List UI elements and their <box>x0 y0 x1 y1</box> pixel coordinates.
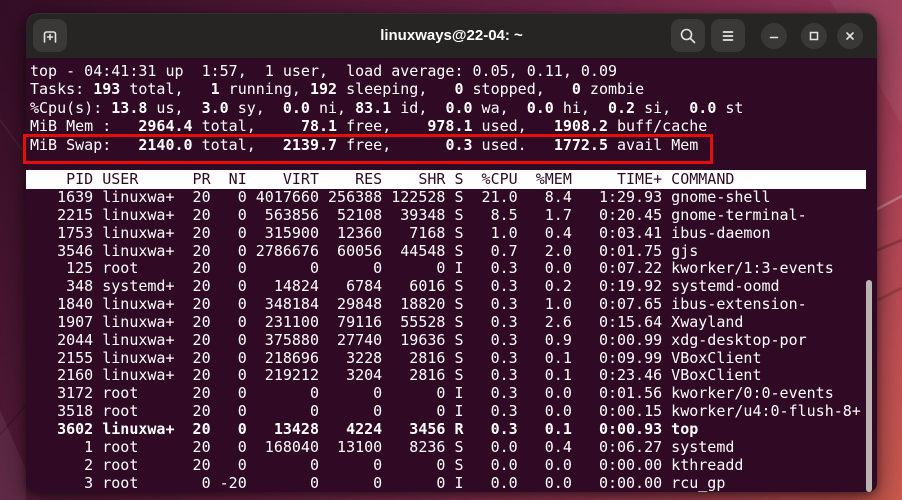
terminal-content: top - 04:41:31 up 1:57, 1 user, load ave… <box>26 58 877 492</box>
process-row: 3546 linuxwa+ 20 0 2786676 60056 44548 S… <box>30 241 699 260</box>
summary-lines: top - 04:41:31 up 1:57, 1 user, load ave… <box>30 62 743 154</box>
new-tab-button[interactable] <box>33 19 67 52</box>
process-row: 2215 linuxwa+ 20 0 563856 52108 39348 S … <box>30 205 807 224</box>
process-rows: 1639 linuxwa+ 20 0 4017660 256388 122528… <box>30 188 861 492</box>
process-row: 3602 linuxwa+ 20 0 13428 4224 3456 R 0.3… <box>30 419 699 438</box>
window-title: linuxways@22-04: ~ <box>380 27 523 44</box>
close-icon <box>842 28 858 44</box>
process-row: 3518 root 20 0 0 0 0 I 0.3 0.0 0:00.15 k… <box>30 402 861 421</box>
scrollbar-thumb[interactable] <box>866 280 872 492</box>
terminal-window: linuxways@22-04: ~ top - 04:41:31 up 1:5… <box>26 13 877 492</box>
minimize-icon <box>766 28 782 44</box>
process-row: 1753 linuxwa+ 20 0 315900 12360 7168 S 1… <box>30 223 771 242</box>
new-tab-icon <box>40 26 60 46</box>
search-button[interactable] <box>671 19 705 52</box>
process-row: 3172 root 20 0 0 0 0 I 0.3 0.0 0:01.56 k… <box>30 384 834 403</box>
process-row: 348 systemd+ 20 0 14824 6784 6016 S 0.3 … <box>30 277 780 296</box>
process-row: 125 root 20 0 0 0 0 I 0.3 0.0 0:07.22 kw… <box>30 259 834 278</box>
process-row: 2 root 20 0 0 0 0 S 0.0 0.0 0:00.00 kthr… <box>30 455 744 474</box>
process-row: 1840 linuxwa+ 20 0 348184 29848 18820 S … <box>30 295 807 314</box>
hamburger-menu-icon <box>719 27 737 45</box>
search-icon <box>679 27 697 45</box>
process-row: 3 root 0 -20 0 0 0 I 0.0 0.0 0:00.00 rcu… <box>30 473 726 492</box>
process-row: 1 root 20 0 168040 13100 8236 S 0.0 0.4 … <box>30 437 735 456</box>
maximize-button[interactable] <box>801 23 827 49</box>
desktop-wallpaper: linuxways@22-04: ~ top - 04:41:31 up 1:5… <box>0 0 902 500</box>
process-row: 1907 linuxwa+ 20 0 231100 79116 55528 S … <box>30 312 744 331</box>
menu-button[interactable] <box>711 19 745 52</box>
summary-line-4: MiB Mem : 2964.4 total, 78.1 free, 978.1… <box>30 117 708 136</box>
process-row: 2160 linuxwa+ 20 0 219212 3204 2816 S 0.… <box>30 366 762 385</box>
close-button[interactable] <box>837 23 863 49</box>
summary-line-2: Tasks: 193 total, 1 running, 192 sleepin… <box>30 80 645 99</box>
minimize-button[interactable] <box>761 23 787 49</box>
process-row: 2155 linuxwa+ 20 0 218696 3228 2816 S 0.… <box>30 348 762 367</box>
process-table-header: PID USER PR NI VIRT RES SHR S %CPU %MEM … <box>26 170 866 189</box>
summary-line-5: MiB Swap: 2140.0 total, 2139.7 free, 0.3… <box>30 135 699 154</box>
summary-line-1: top - 04:41:31 up 1:57, 1 user, load ave… <box>30 62 617 80</box>
process-row: 2044 linuxwa+ 20 0 375880 27740 19636 S … <box>30 330 807 349</box>
process-row: 1639 linuxwa+ 20 0 4017660 256388 122528… <box>30 188 771 206</box>
summary-line-3: %Cpu(s): 13.8 us, 3.0 sy, 0.0 ni, 83.1 i… <box>30 98 744 117</box>
maximize-icon <box>806 28 822 44</box>
titlebar[interactable]: linuxways@22-04: ~ <box>26 13 877 58</box>
